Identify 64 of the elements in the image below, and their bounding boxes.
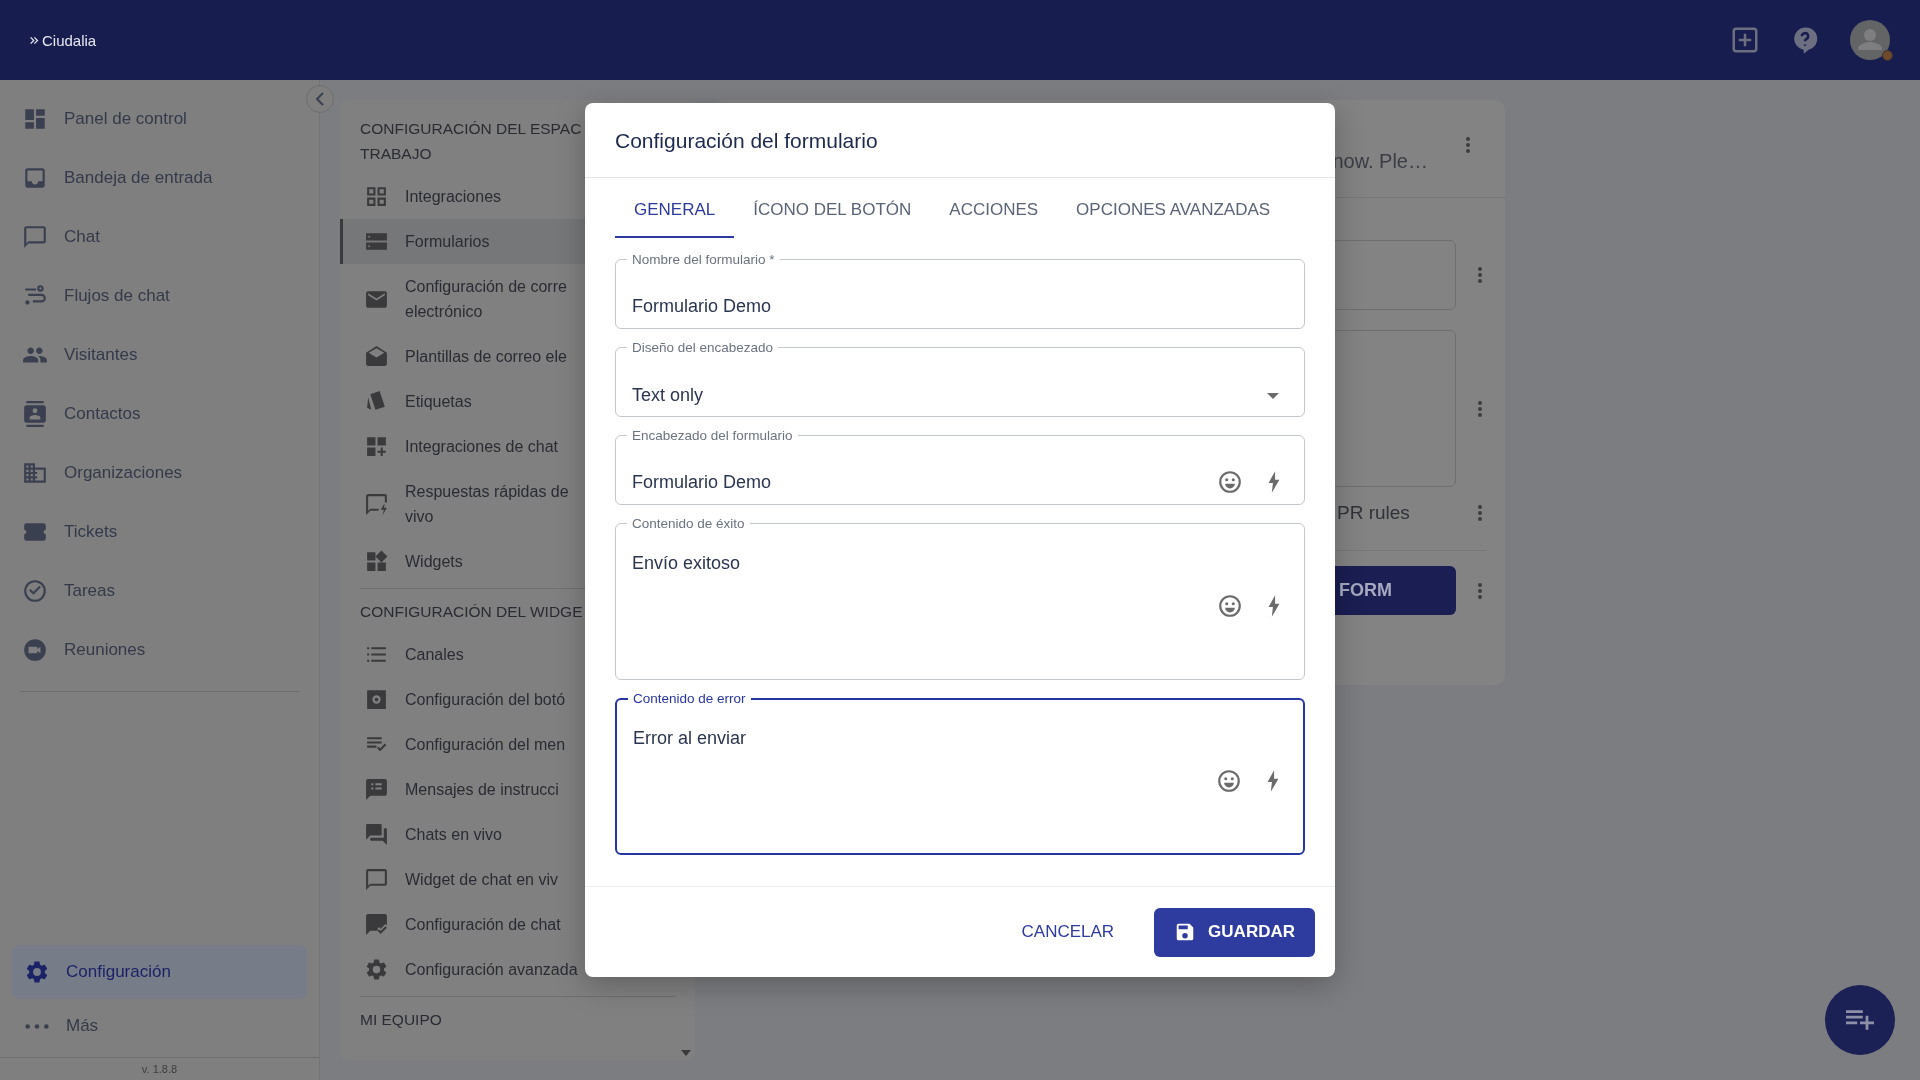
sidebar-item[interactable]: Flujos de chat — [0, 266, 319, 325]
settings-menu-item[interactable]: Configuración de chat — [340, 902, 695, 947]
logo[interactable]: Ciudalia — [30, 31, 97, 49]
chevrons-icon — [30, 35, 40, 45]
sidebar-item[interactable]: Más — [12, 999, 307, 1053]
cancel-button[interactable]: CANCELAR — [1001, 907, 1135, 957]
scroll-down-icon[interactable] — [681, 1050, 691, 1056]
chat-bolt-icon — [364, 491, 389, 517]
settings-icon — [24, 959, 50, 985]
text-input[interactable]: Formulario Demo — [632, 289, 1287, 323]
logo-text: Ciudalia — [42, 31, 97, 49]
select-field[interactable]: Diseño del encabezado Text only — [615, 340, 1305, 417]
version-label: v. 1.8.8 — [0, 1057, 319, 1080]
sidebar-item[interactable]: Tickets — [0, 502, 319, 561]
sidebar-item[interactable]: Chat — [0, 207, 319, 266]
sidebar-item[interactable]: Contactos — [0, 384, 319, 443]
dialog-title: Configuración del formulario — [585, 103, 1335, 178]
chat-bubble-icon — [364, 867, 389, 892]
sidebar-item[interactable]: Panel de control — [0, 89, 319, 148]
section-heading: CONFIGURACIÓN DEL WIDGE — [359, 602, 584, 622]
section-heading: CONFIGURACIÓN DEL ESPAC TRABAJO — [359, 119, 583, 164]
video-camera-icon — [22, 636, 48, 663]
form-element-label: PR rules — [1337, 502, 1411, 524]
sidebar-item[interactable]: Tareas — [0, 561, 319, 620]
sidebar-item[interactable]: Reuniones — [0, 620, 319, 679]
emoji-icon[interactable] — [1216, 768, 1242, 794]
chats-icon — [364, 822, 389, 847]
widgets-icon — [364, 549, 389, 574]
tab[interactable]: OPCIONES AVANZADAS — [1057, 178, 1290, 238]
collapse-button[interactable] — [306, 85, 334, 113]
widgets-plus-icon — [364, 434, 389, 459]
avatar[interactable] — [1850, 20, 1890, 60]
input-field[interactable]: Nombre del formulario * Formulario Demo — [615, 252, 1305, 329]
open-envelope-icon — [364, 344, 389, 369]
chat-bubble-icon — [22, 223, 48, 250]
add-box-icon[interactable] — [1730, 25, 1760, 55]
more-icon — [24, 1022, 50, 1030]
sidebar-item[interactable]: Organizaciones — [0, 443, 319, 502]
grid-icon — [364, 184, 389, 209]
sidebar-item[interactable]: Bandeja de entrada — [0, 148, 319, 207]
sidebar-item[interactable]: Configuración — [12, 945, 307, 999]
chat-check-icon — [364, 912, 389, 937]
settings-icon — [364, 957, 389, 982]
caret-icon — [1267, 392, 1279, 399]
emoji-icon[interactable] — [1217, 469, 1243, 495]
chevron-left-icon — [316, 92, 324, 106]
text-area[interactable]: Contenido de éxito Envío exitoso — [615, 516, 1305, 680]
settings-menu-item[interactable]: Widget de chat en viv — [340, 857, 695, 902]
input-field[interactable]: Encabezado del formulario Formulario Demo — [615, 428, 1305, 505]
status-dot — [1882, 50, 1893, 61]
tab[interactable]: GENERAL — [615, 178, 735, 238]
settings-menu-item[interactable]: Configuración avanzada — [340, 947, 695, 992]
tab[interactable]: ÍCONO DEL BOTÓN — [734, 178, 931, 238]
sidebar-item[interactable]: Visitantes — [0, 325, 319, 384]
tab[interactable]: ACCIONES — [930, 178, 1058, 238]
playlist-add-icon — [1846, 1010, 1874, 1030]
text-area[interactable]: Contenido de error Error al enviar — [615, 691, 1305, 855]
emoji-icon[interactable] — [1217, 593, 1243, 619]
section-heading: MI EQUIPO — [359, 1010, 443, 1030]
contacts-icon — [22, 400, 48, 427]
save-button[interactable]: GUARDAR — [1154, 907, 1315, 957]
text-input[interactable]: Formulario Demo — [632, 465, 1217, 499]
chat-list-icon — [364, 777, 389, 802]
gear-box-icon — [364, 687, 389, 712]
